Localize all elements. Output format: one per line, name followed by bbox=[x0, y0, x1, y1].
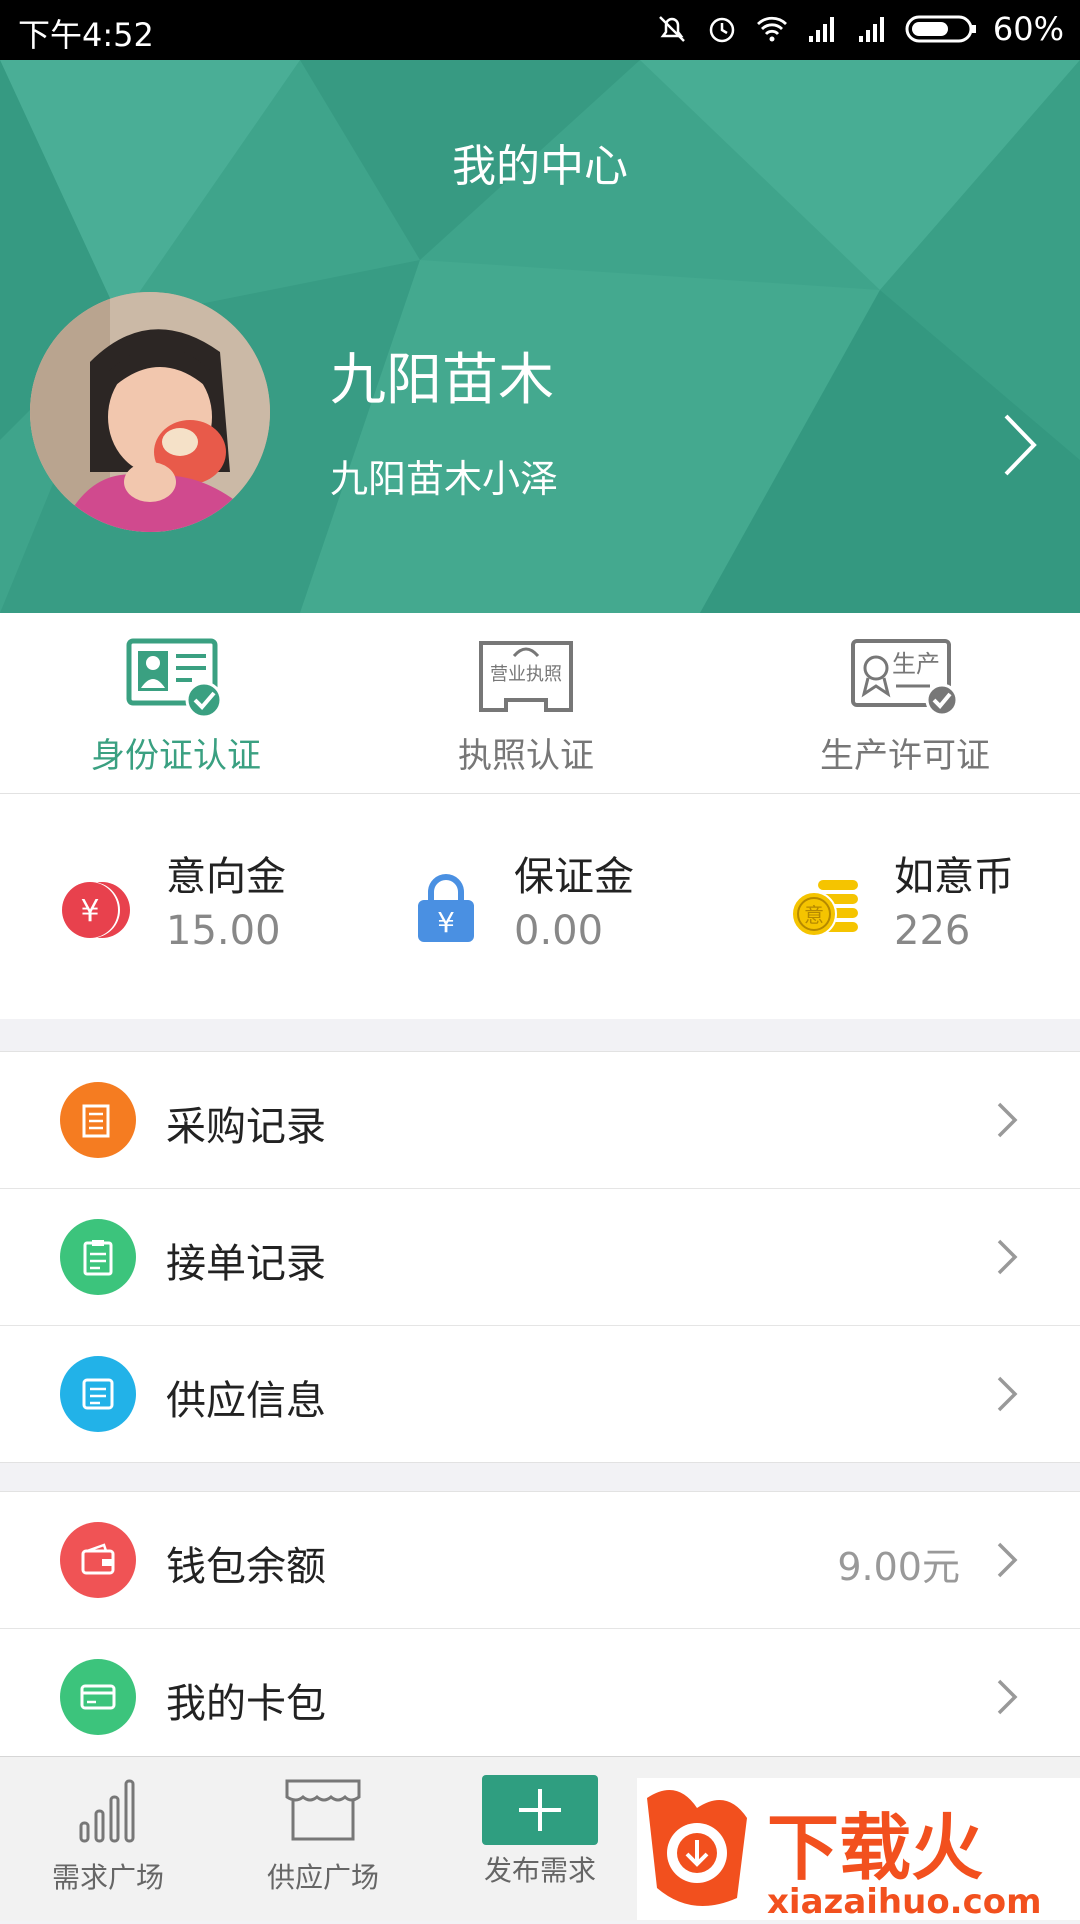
publish-button[interactable] bbox=[482, 1775, 598, 1845]
chevron-right-icon bbox=[997, 1239, 1018, 1275]
wallet-intent-value: 15.00 bbox=[166, 908, 281, 954]
signal-icon-2 bbox=[858, 17, 884, 42]
cert-id-card[interactable]: 身份证认证 bbox=[26, 638, 326, 777]
wallet-coins-title: 如意币 bbox=[894, 854, 1014, 900]
wallet-coins[interactable]: 如意币 226 bbox=[894, 844, 1014, 954]
lock-yuan-icon: ¥ bbox=[418, 874, 474, 942]
status-time: 下午4:52 bbox=[18, 16, 154, 54]
wallet-balance-value: 9.00元 bbox=[837, 1545, 960, 1589]
production-permit-icon: 生产 bbox=[851, 639, 959, 717]
svg-text:¥: ¥ bbox=[80, 894, 99, 929]
menu-item-label: 供应信息 bbox=[166, 1378, 326, 1424]
yuan-coin-icon: ¥ bbox=[62, 882, 130, 938]
tab-demand-square[interactable]: 需求广场 bbox=[18, 1775, 198, 1896]
wallet-deposit-title: 保证金 bbox=[514, 854, 634, 900]
id-card-verified-icon bbox=[126, 638, 223, 719]
user-name: 九阳苗木 bbox=[330, 348, 554, 413]
menu-item-label: 采购记录 bbox=[166, 1104, 326, 1150]
gold-coins-icon: 意 bbox=[791, 880, 858, 937]
business-license-icon-text: 营业执照 bbox=[490, 664, 562, 685]
chevron-right-icon bbox=[997, 1102, 1018, 1138]
business-license-icon: 营业执照 bbox=[479, 641, 573, 712]
chevron-right-icon bbox=[997, 1376, 1018, 1412]
tab-label: 需求广场 bbox=[51, 1861, 164, 1894]
watermark-url: xiazaihuo.com bbox=[767, 1882, 1042, 1920]
order-record-icon bbox=[60, 1219, 136, 1295]
mute-bell-icon bbox=[658, 16, 685, 42]
watermark-logo: 下载火 xiazaihuo.com bbox=[647, 1790, 1042, 1922]
profile-header: 我的中心 九阳苗木 九阳苗木小泽 bbox=[0, 60, 1080, 613]
chevron-right-icon bbox=[997, 1542, 1018, 1578]
tab-publish-demand[interactable]: 发布需求 bbox=[450, 1775, 630, 1889]
tab-supply-square[interactable]: 供应广场 bbox=[233, 1775, 413, 1896]
user-subtitle: 九阳苗木小泽 bbox=[330, 457, 559, 501]
cert-production-permit-label: 生产许可证 bbox=[820, 736, 990, 776]
store-icon bbox=[285, 1779, 361, 1841]
production-permit-icon-text: 生产 bbox=[892, 650, 940, 678]
cert-id-card-label: 身份证认证 bbox=[91, 736, 261, 776]
wallet-stats: ¥ 意向金 15.00 ¥ 保证金 0.00 意 如意币 226 bbox=[0, 794, 1080, 1019]
menu-item-label: 我的卡包 bbox=[166, 1681, 326, 1727]
wallet-icon bbox=[60, 1522, 136, 1598]
battery-icon bbox=[905, 15, 976, 43]
purchase-record-icon bbox=[60, 1082, 136, 1158]
supply-info-icon bbox=[60, 1356, 136, 1432]
wifi-icon bbox=[756, 16, 787, 42]
menu-group-records: 采购记录 接单记录 供应信息 bbox=[0, 1051, 1080, 1463]
page-title: 我的中心 bbox=[452, 141, 628, 192]
avatar-photo bbox=[30, 292, 270, 532]
alarm-icon bbox=[709, 17, 735, 43]
menu-item-card-wallet[interactable]: 我的卡包 bbox=[0, 1629, 1080, 1765]
menu-item-label: 接单记录 bbox=[166, 1241, 326, 1287]
cert-business-license-label: 执照认证 bbox=[458, 736, 594, 776]
wallet-coins-value: 226 bbox=[894, 908, 971, 954]
status-icons: 60% bbox=[655, 10, 1064, 48]
wallet-intent[interactable]: 意向金 15.00 bbox=[166, 844, 286, 954]
svg-text:¥: ¥ bbox=[437, 906, 455, 939]
menu-item-supply-info[interactable]: 供应信息 bbox=[0, 1326, 1080, 1462]
avatar[interactable] bbox=[30, 292, 270, 532]
menu-group-wallet: 钱包余额 9.00元 我的卡包 bbox=[0, 1491, 1080, 1766]
watermark-brand: 下载火 bbox=[767, 1806, 983, 1890]
chevron-right-icon[interactable] bbox=[1000, 410, 1040, 480]
tab-label: 发布需求 bbox=[483, 1854, 596, 1887]
menu-item-wallet-balance[interactable]: 钱包余额 9.00元 bbox=[0, 1492, 1080, 1629]
watermark: 下载火 xiazaihuo.com bbox=[637, 1778, 1080, 1922]
certification-row: 身份证认证 营业执照 执照认证 生产 生产许可证 bbox=[0, 613, 1080, 794]
gold-coins-icon-text: 意 bbox=[804, 903, 824, 927]
menu-item-order-records[interactable]: 接单记录 bbox=[0, 1189, 1080, 1326]
status-bar: 下午4:52 60% bbox=[0, 0, 1080, 60]
bar-chart-icon bbox=[79, 1779, 135, 1843]
chevron-right-icon bbox=[997, 1679, 1018, 1715]
signal-icon bbox=[808, 17, 834, 42]
wallet-deposit[interactable]: 保证金 0.00 bbox=[514, 844, 634, 954]
cert-production-permit[interactable]: 生产 生产许可证 bbox=[755, 638, 1055, 777]
card-icon bbox=[60, 1659, 136, 1735]
menu-item-purchase-records[interactable]: 采购记录 bbox=[0, 1052, 1080, 1189]
cert-business-license[interactable]: 营业执照 执照认证 bbox=[376, 638, 676, 777]
wallet-intent-title: 意向金 bbox=[166, 854, 286, 900]
wallet-deposit-value: 0.00 bbox=[514, 908, 604, 954]
battery-level: 60% bbox=[992, 10, 1064, 48]
menu-item-label: 钱包余额 bbox=[166, 1544, 326, 1590]
tab-label: 供应广场 bbox=[266, 1861, 379, 1894]
plus-icon bbox=[519, 1789, 561, 1831]
